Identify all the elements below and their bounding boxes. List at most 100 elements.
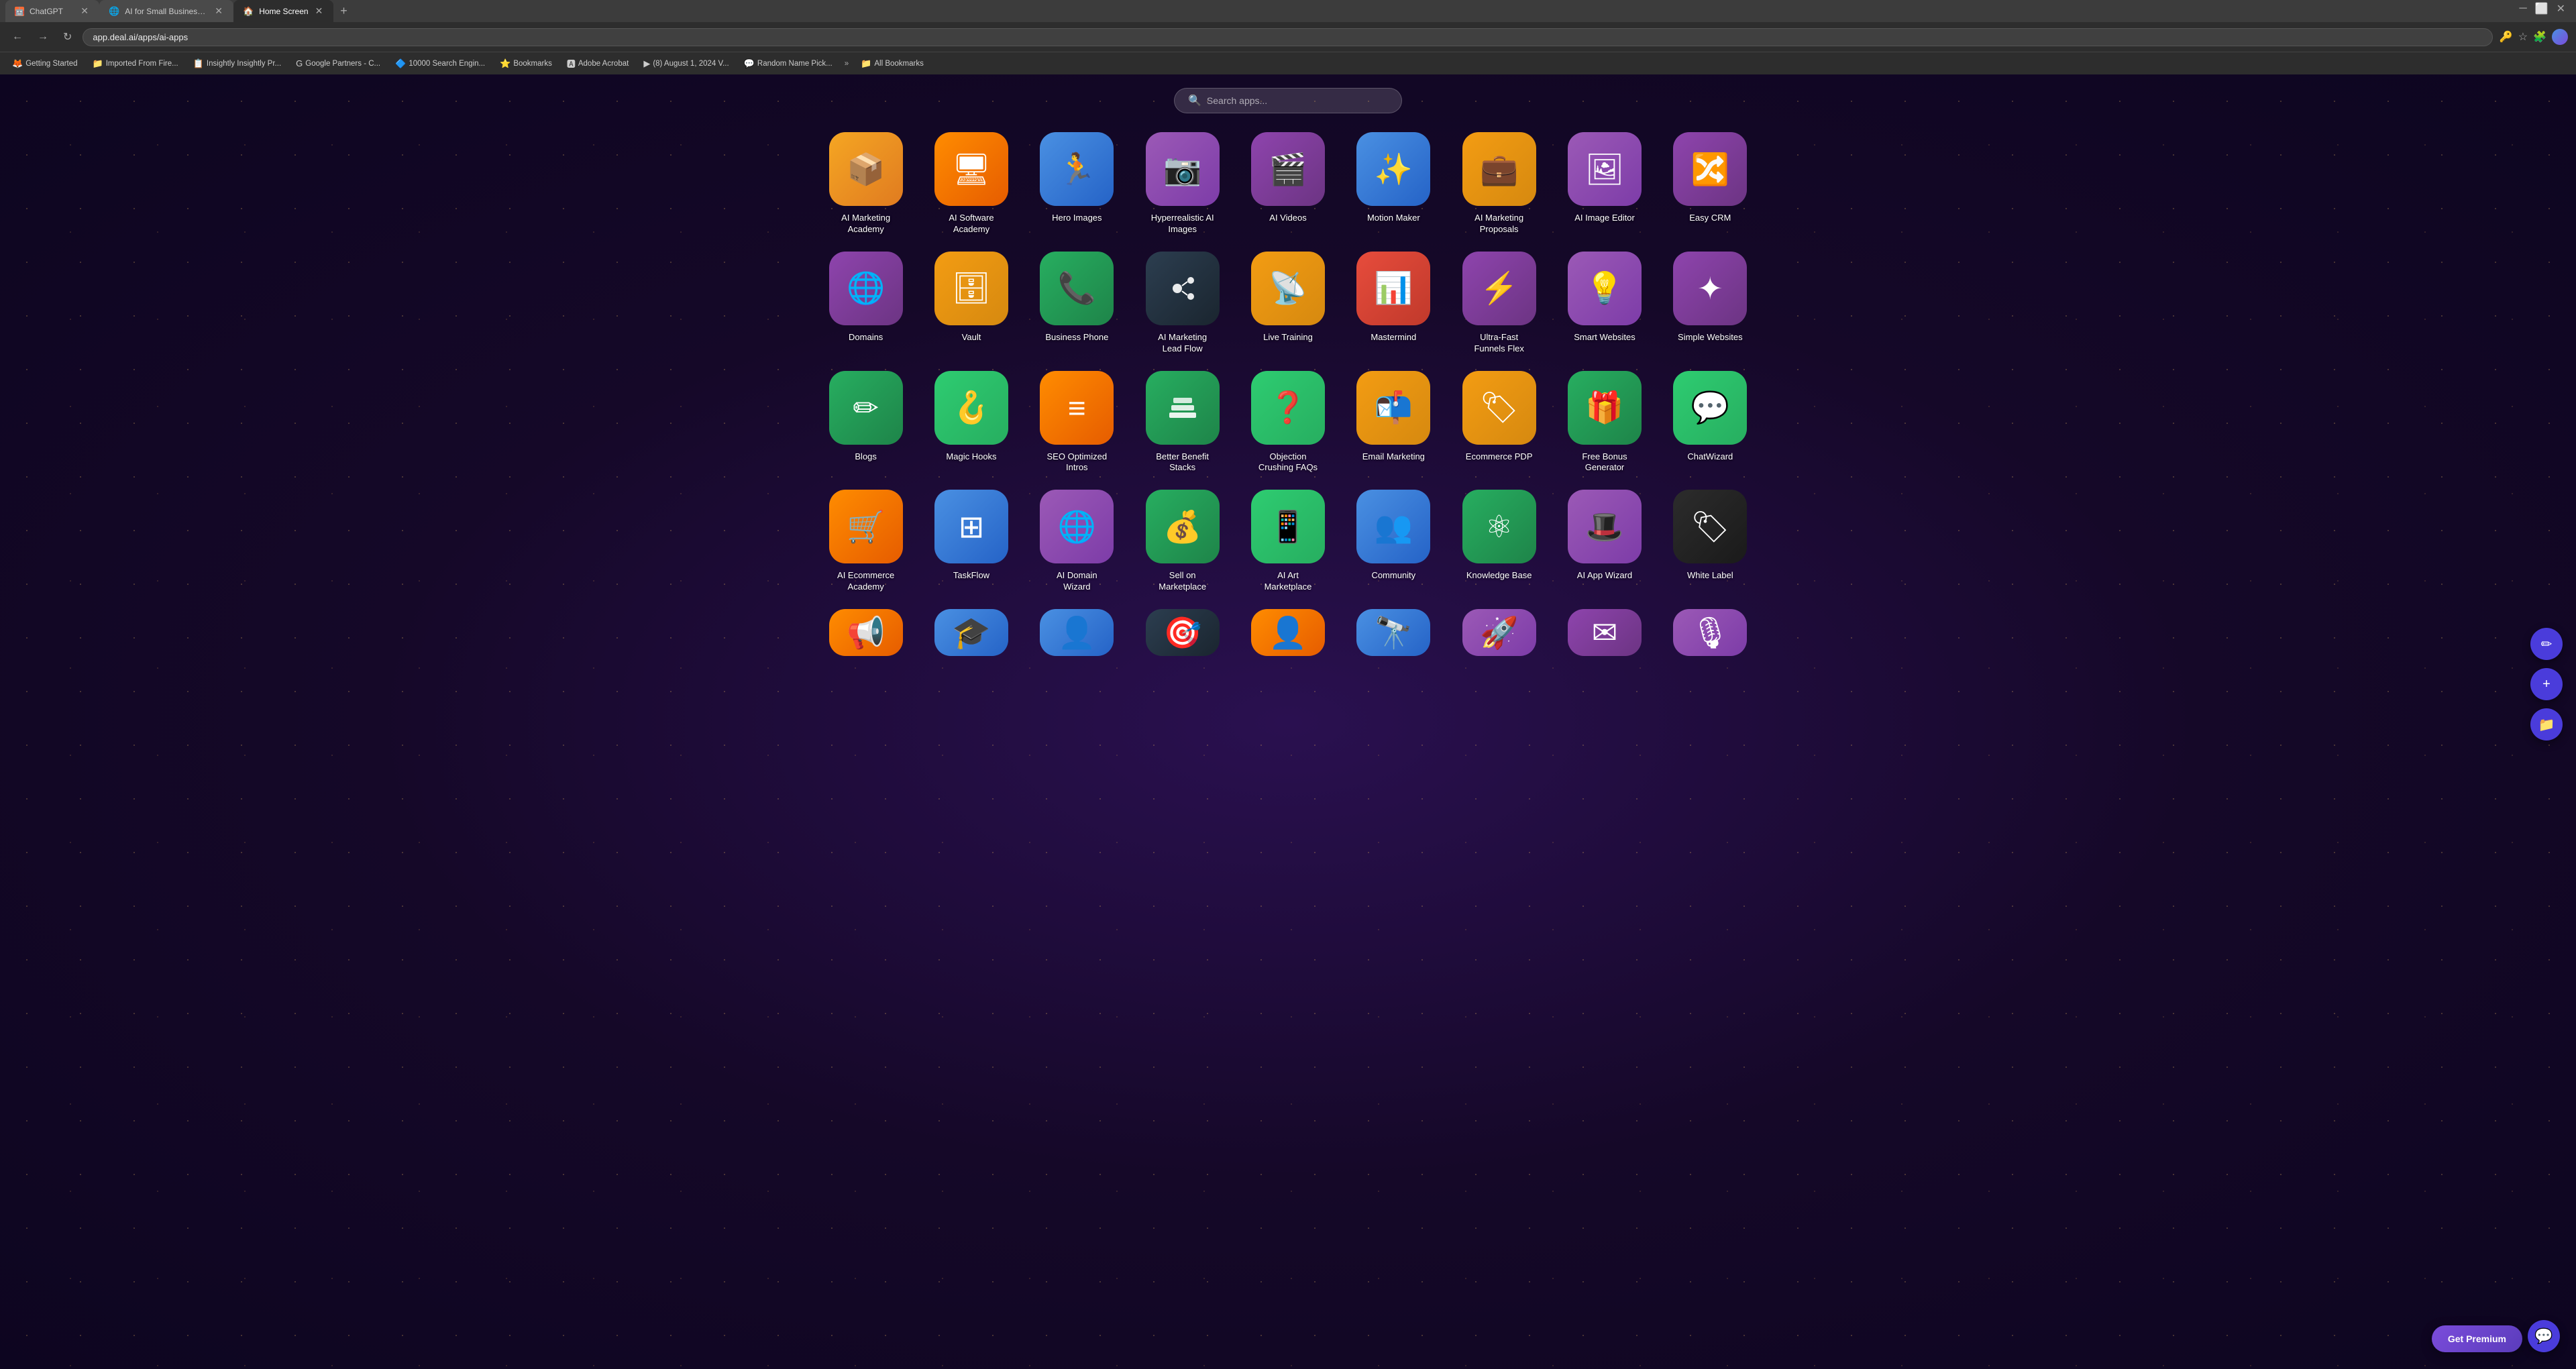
app-vault[interactable]: 🗄 Vault xyxy=(924,252,1018,355)
app-icon-community: 👥 xyxy=(1356,490,1430,563)
back-button[interactable]: ← xyxy=(8,28,27,46)
app-r5-6[interactable]: 🔭 xyxy=(1346,609,1441,656)
app-ai-software-academy[interactable]: 🖥 AI SoftwareAcademy xyxy=(924,132,1018,235)
forward-button[interactable]: → xyxy=(34,28,52,46)
app-free-bonus-generator[interactable]: 🎁 Free BonusGenerator xyxy=(1557,371,1652,474)
app-r5-8[interactable]: ✉ xyxy=(1557,609,1652,656)
tab-home-close[interactable]: ✕ xyxy=(314,5,325,17)
extension-icon[interactable]: 🧩 xyxy=(2533,30,2546,44)
app-domains[interactable]: 🌐 Domains xyxy=(818,252,913,355)
app-ai-videos[interactable]: 🎬 AI Videos xyxy=(1240,132,1335,235)
app-mastermind[interactable]: 📊 Mastermind xyxy=(1346,252,1441,355)
bookmark-icon-5: ⭐ xyxy=(500,58,511,69)
app-icon-easy-crm: 🔀 xyxy=(1673,132,1747,206)
app-r5-1[interactable]: 📢 xyxy=(818,609,913,656)
app-icon-better-benefit-stacks xyxy=(1146,371,1220,445)
tab-home[interactable]: 🏠 Home Screen ✕ xyxy=(233,0,333,22)
get-premium-button[interactable]: Get Premium xyxy=(2432,1325,2522,1352)
address-input[interactable] xyxy=(83,28,2492,46)
app-label-seo-optimized-intros: SEO OptimizedIntros xyxy=(1047,451,1108,474)
bookmark-icon-4: 🔷 xyxy=(395,58,406,69)
app-easy-crm[interactable]: 🔀 Easy CRM xyxy=(1663,132,1758,235)
app-ecommerce-pdp[interactable]: 🏷 Ecommerce PDP xyxy=(1452,371,1546,474)
app-ai-marketing-academy[interactable]: 📦 AI MarketingAcademy xyxy=(818,132,913,235)
tab-ai-small-biz[interactable]: 🌐 AI for Small Business - Web Se... ✕ xyxy=(99,0,233,22)
app-ai-ecommerce-academy[interactable]: 🛒 AI EcommerceAcademy xyxy=(818,490,913,593)
app-r5-2[interactable]: 🎓 xyxy=(924,609,1018,656)
close-button[interactable]: ✕ xyxy=(2557,2,2565,15)
bookmark-label-0: Getting Started xyxy=(25,60,77,68)
app-community[interactable]: 👥 Community xyxy=(1346,490,1441,593)
bookmark-youtube[interactable]: ▶ (8) August 1, 2024 V... xyxy=(638,57,734,70)
app-label-ai-app-wizard: AI App Wizard xyxy=(1577,570,1632,582)
app-taskflow[interactable]: ⊞ TaskFlow xyxy=(924,490,1018,593)
app-ultra-fast-funnels-flex[interactable]: ⚡ Ultra-FastFunnels Flex xyxy=(1452,252,1546,355)
app-blogs[interactable]: ✏ Blogs xyxy=(818,371,913,474)
tab-chatgpt[interactable]: 🤖 ChatGPT ✕ xyxy=(5,0,99,22)
bookmark-icon-8: 💬 xyxy=(744,58,755,69)
app-ai-domain-wizard[interactable]: 🌐 AI DomainWizard xyxy=(1030,490,1124,593)
tab-ai-small-biz-label: AI for Small Business - Web Se... xyxy=(125,7,208,16)
bookmark-random-name[interactable]: 💬 Random Name Pick... xyxy=(739,57,838,70)
bookmark-insightly[interactable]: 📋 Insightly Insightly Pr... xyxy=(188,57,286,70)
app-live-training[interactable]: 📡 Live Training xyxy=(1240,252,1335,355)
app-smart-websites[interactable]: 💡 Smart Websites xyxy=(1557,252,1652,355)
bookmark-google-partners[interactable]: G Google Partners - C... xyxy=(290,57,386,70)
app-seo-optimized-intros[interactable]: ≡ SEO OptimizedIntros xyxy=(1030,371,1124,474)
bookmark-label-9: All Bookmarks xyxy=(874,60,924,68)
app-ai-art-marketplace[interactable]: 📱 AI ArtMarketplace xyxy=(1240,490,1335,593)
bookmark-icon-1: 📁 xyxy=(93,58,103,69)
edit-sidebar-button[interactable]: ✏ xyxy=(2530,628,2563,660)
bookmark-bookmarks[interactable]: ⭐ Bookmarks xyxy=(494,57,557,70)
reload-button[interactable]: ↻ xyxy=(59,28,76,46)
bookmark-label-5: Bookmarks xyxy=(513,60,552,68)
app-better-benefit-stacks[interactable]: Better BenefitStacks xyxy=(1135,371,1230,474)
app-r5-9[interactable]: 🎙 xyxy=(1663,609,1758,656)
app-hyperrealistic-ai-images[interactable]: 📷 Hyperrealistic AIImages xyxy=(1135,132,1230,235)
app-business-phone[interactable]: 📞 Business Phone xyxy=(1030,252,1124,355)
app-label-sell-on-marketplace: Sell onMarketplace xyxy=(1159,570,1206,593)
new-tab-button[interactable]: + xyxy=(333,0,354,22)
app-motion-maker[interactable]: ✨ Motion Maker xyxy=(1346,132,1441,235)
app-r5-7[interactable]: 🚀 xyxy=(1452,609,1546,656)
minimize-button[interactable]: ─ xyxy=(2519,3,2526,15)
app-label-domains: Domains xyxy=(849,332,883,343)
app-sell-on-marketplace[interactable]: 💰 Sell onMarketplace xyxy=(1135,490,1230,593)
folder-sidebar-button[interactable]: 📁 xyxy=(2530,708,2563,741)
right-sidebar: ✏ + 📁 xyxy=(2530,628,2563,741)
app-knowledge-base[interactable]: ⚛ Knowledge Base xyxy=(1452,490,1546,593)
bookmark-all[interactable]: 📁 All Bookmarks xyxy=(855,57,929,70)
app-icon-objection-crushing-faqs: ❓ xyxy=(1251,371,1325,445)
app-email-marketing[interactable]: 📬 Email Marketing xyxy=(1346,371,1441,474)
app-r5-3[interactable]: 👤 xyxy=(1030,609,1124,656)
app-label-taskflow: TaskFlow xyxy=(953,570,989,582)
main-content: 🔍 📦 AI MarketingAcademy 🖥 AI SoftwareAca… xyxy=(0,74,2576,1369)
app-r5-5[interactable]: 👤 xyxy=(1240,609,1335,656)
app-objection-crushing-faqs[interactable]: ❓ ObjectionCrushing FAQs xyxy=(1240,371,1335,474)
chat-button[interactable]: 💬 xyxy=(2528,1320,2560,1352)
app-ai-image-editor[interactable]: 🖼 AI Image Editor xyxy=(1557,132,1652,235)
bookmark-label-3: Google Partners - C... xyxy=(305,60,380,68)
tab-chatgpt-close[interactable]: ✕ xyxy=(79,5,90,17)
bookmark-adobe[interactable]: 🅰 Adobe Acrobat xyxy=(561,56,634,71)
app-r5-4[interactable]: 🎯 xyxy=(1135,609,1230,656)
app-magic-hooks[interactable]: 🪝 Magic Hooks xyxy=(924,371,1018,474)
tab-ai-small-biz-close[interactable]: ✕ xyxy=(213,5,224,17)
restore-button[interactable]: ⬜ xyxy=(2535,2,2548,15)
app-chatwizard[interactable]: 💬 ChatWizard xyxy=(1663,371,1758,474)
add-sidebar-button[interactable]: + xyxy=(2530,668,2563,700)
app-ai-marketing-lead-flow[interactable]: AI MarketingLead Flow xyxy=(1135,252,1230,355)
app-ai-marketing-proposals[interactable]: 💼 AI MarketingProposals xyxy=(1452,132,1546,235)
bookmark-imported[interactable]: 📁 Imported From Fire... xyxy=(87,57,184,70)
app-hero-images[interactable]: 🏃 Hero Images xyxy=(1030,132,1124,235)
bookmark-10000[interactable]: 🔷 10000 Search Engin... xyxy=(390,57,490,70)
app-label-email-marketing: Email Marketing xyxy=(1362,451,1425,463)
search-input[interactable] xyxy=(1207,95,1388,106)
profile-icon[interactable] xyxy=(2552,29,2568,45)
bookmark-getting-started[interactable]: 🦊 Getting Started xyxy=(7,57,83,70)
app-white-label[interactable]: 🏷 White Label xyxy=(1663,490,1758,593)
app-ai-app-wizard[interactable]: 🎩 AI App Wizard xyxy=(1557,490,1652,593)
bookmark-label-4: 10000 Search Engin... xyxy=(409,60,485,68)
bookmark-star-icon[interactable]: ☆ xyxy=(2518,30,2528,44)
app-simple-websites[interactable]: ✦ Simple Websites xyxy=(1663,252,1758,355)
